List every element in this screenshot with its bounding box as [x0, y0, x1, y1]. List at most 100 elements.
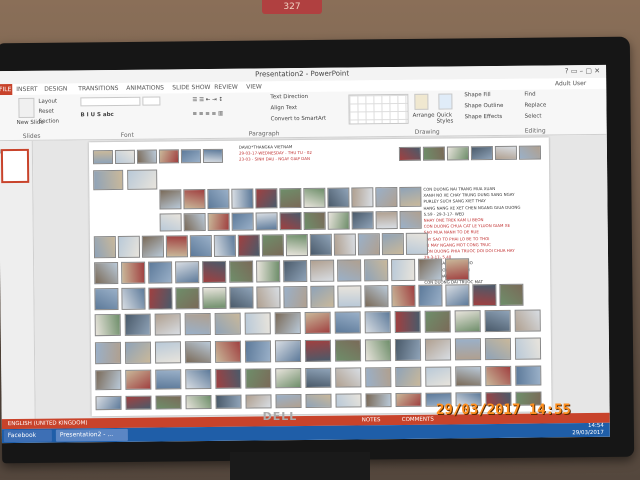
collage-photo [274, 312, 301, 335]
collage-photo [202, 260, 227, 284]
quick-styles-icon[interactable] [438, 93, 453, 110]
collage-photo [183, 189, 206, 210]
collage-photo [309, 233, 333, 256]
font-name-box[interactable] [80, 96, 141, 107]
clock-date: 29/03/2017 [572, 429, 604, 437]
collage-photo [424, 338, 452, 361]
tab-design[interactable]: DESIGN [44, 85, 67, 92]
collage-photo [364, 339, 392, 362]
slide-thumbnail-pane: 1 [0, 140, 36, 420]
tab-slide-show[interactable]: SLIDE SHOW [172, 84, 210, 91]
notes-button[interactable]: NOTES [362, 415, 381, 425]
font-size-box[interactable] [142, 96, 161, 106]
collage-photo [365, 367, 392, 388]
taskbar-clock[interactable]: 14:54 29/03/2017 [572, 423, 604, 437]
collage-photo [93, 235, 117, 259]
collage-photo [283, 259, 308, 283]
collage-photo [304, 339, 332, 362]
tab-insert[interactable]: INSERT [16, 86, 37, 93]
window-controls[interactable]: ? ▭ – ▢ ✕ [565, 65, 600, 78]
collage-photo [141, 235, 165, 258]
taskbar-facebook[interactable]: Facebook [3, 429, 52, 443]
collage-photo [279, 212, 302, 231]
group-editing-label: Editing [524, 127, 546, 135]
section-button[interactable]: Section [39, 119, 59, 125]
collage-photo [274, 340, 302, 363]
convert-smartart-button[interactable]: Convert to SmartArt [271, 116, 327, 123]
find-button[interactable]: Find [524, 92, 535, 98]
collage-photo [375, 211, 398, 230]
slide-text-line: HANG NANG XE XET CHEN NGANG GIUA DUONG [423, 204, 521, 211]
collage-photo [207, 212, 230, 232]
group-font-label: Font [120, 131, 134, 139]
text-direction-button[interactable]: Text Direction [270, 94, 308, 100]
collage-photo [159, 213, 182, 232]
collage-photo [472, 283, 497, 307]
slide-header-line: 29-03-17-WEDNESDAY - THU TU - 02 [238, 149, 312, 156]
collage-photo [202, 286, 227, 310]
shapes-gallery[interactable] [348, 93, 409, 125]
shape-outline-button[interactable]: Shape Outline [464, 103, 503, 109]
shape-fill-button[interactable]: Shape Fill [464, 92, 490, 98]
comments-button[interactable]: COMMENTS [402, 415, 434, 425]
collage-photo [394, 338, 422, 362]
align-buttons[interactable]: ≡ ≡ ≡ ≡ ▥ [192, 111, 223, 117]
tab-transitions[interactable]: TRANSITIONS [78, 85, 118, 92]
quick-styles-button[interactable]: Quick Styles [437, 112, 457, 124]
font-style-buttons[interactable]: B I U S abc [81, 112, 114, 118]
collage-photo [155, 369, 182, 390]
collage-photo [244, 340, 272, 363]
collage-photo [202, 148, 224, 164]
tab-review[interactable]: REVIEW [214, 84, 238, 91]
collage-photo [499, 283, 524, 306]
collage-photo [357, 233, 381, 256]
collage-photo [283, 285, 308, 309]
collage-photo [215, 368, 242, 389]
collage-photo [175, 261, 200, 284]
new-slide-icon[interactable] [18, 97, 35, 118]
tab-animations[interactable]: ANIMATIONS [126, 84, 164, 91]
layout-button[interactable]: Layout [38, 99, 57, 105]
collage-photo [364, 259, 389, 282]
taskbar-powerpoint[interactable]: Presentation2 - ... [55, 428, 128, 442]
slide-text-line: 5.59 - 29-3-17- WED [423, 211, 465, 217]
collage-photo [94, 341, 122, 365]
tab-file[interactable]: FILE [0, 84, 13, 96]
slide-canvas[interactable]: DAVID*THANGKA VIETNAM 29-03-17-WEDNESDAY… [88, 137, 552, 417]
collage-photo [518, 145, 542, 160]
collage-photo [399, 186, 422, 207]
collage-photo [303, 211, 326, 231]
arrange-button[interactable]: Arrange [413, 113, 435, 119]
list-buttons[interactable]: ☰ ☰ ⇤ ⇥ ↕ [192, 97, 223, 103]
replace-button[interactable]: Replace [524, 102, 546, 108]
collage-photo [214, 312, 241, 335]
collage-photo [124, 341, 152, 364]
collage-photo [364, 285, 389, 308]
collage-photo [94, 261, 119, 285]
slide-text-line: CON DUONG PHIA TRUOC DOI DOI CHUA HAY [423, 247, 515, 254]
slide-thumbnail[interactable] [0, 148, 30, 184]
arrange-icon[interactable] [414, 93, 429, 110]
align-text-button[interactable]: Align Text [270, 105, 297, 111]
collage-photo [245, 394, 272, 409]
collage-photo [485, 365, 512, 387]
collage-photo [425, 366, 452, 387]
collage-photo [231, 212, 254, 231]
collage-photo [185, 368, 212, 390]
collage-photo [334, 339, 362, 362]
select-button[interactable]: Select [525, 114, 542, 120]
shape-effects-button[interactable]: Shape Effects [465, 114, 503, 120]
user-name[interactable]: Adult User [555, 80, 586, 87]
collage-photo [305, 393, 332, 408]
collage-photo [418, 284, 443, 307]
collage-photo [337, 259, 362, 282]
collage-photo [279, 188, 302, 209]
tab-view[interactable]: VIEW [246, 83, 262, 90]
reset-button[interactable]: Reset [38, 109, 53, 115]
collage-photo [422, 146, 446, 161]
collage-photo [327, 187, 350, 208]
collage-photo [213, 234, 237, 257]
collage-photo [214, 340, 242, 363]
collage-photo [364, 311, 391, 334]
monitor-screen: Presentation2 - PowerPoint ? ▭ – ▢ ✕ FIL… [0, 64, 610, 444]
